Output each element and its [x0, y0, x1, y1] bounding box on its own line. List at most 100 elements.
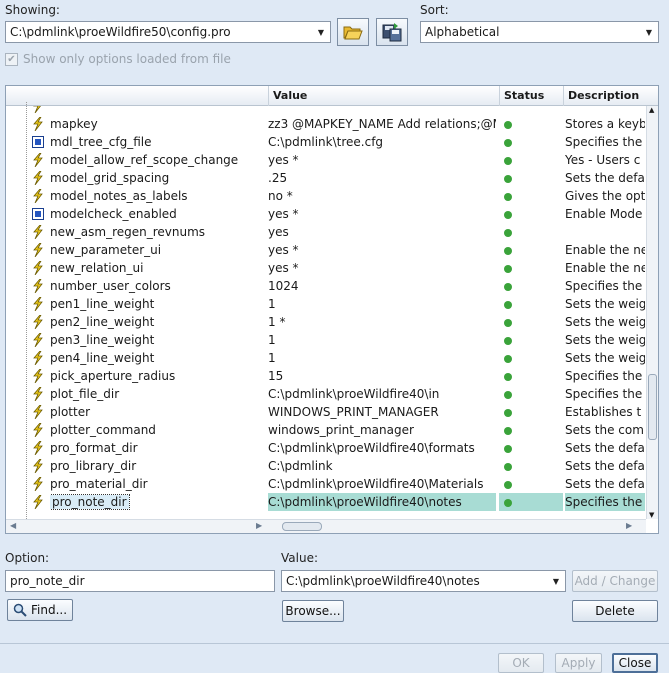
status-cell	[499, 259, 563, 277]
sort-select[interactable]: Alphabetical ▼	[420, 21, 659, 43]
option-name: plotter	[50, 405, 91, 419]
showing-select[interactable]: C:\pdmlink\proeWildfire50\config.pro ▼	[5, 21, 331, 43]
lightning-bolt-icon	[32, 315, 46, 329]
option-name: model_grid_spacing	[50, 171, 170, 185]
description-cell: Sets the com	[565, 423, 644, 437]
description-cell: Specifies the	[565, 135, 643, 149]
option-name-cell: pick_aperture_radius	[50, 367, 265, 385]
table-row[interactable]: model_grid_spacing .25 Sets the defa	[6, 169, 646, 187]
lightning-bolt-icon	[32, 117, 46, 131]
status-ok-icon	[504, 480, 512, 489]
option-name-cell: plotter	[50, 403, 265, 421]
save-config-button[interactable]	[376, 18, 408, 46]
table-row[interactable]: mdl_tree_cfg_file C:\pdmlink\tree.cfg Spec…	[6, 133, 646, 151]
table-row[interactable]: pick_aperture_radius 15 Specifies the	[6, 367, 646, 385]
horizontal-scrollbar[interactable]: ◀ ▶ ▶	[6, 519, 646, 533]
sort-label: Sort:	[420, 3, 449, 17]
option-name-cell: plot_file_dir	[50, 385, 265, 403]
option-value-cell: yes	[268, 225, 289, 239]
find-button[interactable]: Find...	[7, 599, 73, 621]
table-row[interactable]: plotter WINDOWS_PRINT_MANAGER Establishes …	[6, 403, 646, 421]
column-header-status[interactable]: Status	[499, 86, 563, 106]
table-row[interactable]: model_allow_ref_scope_change yes * Yes - U…	[6, 151, 646, 169]
column-header-name[interactable]	[6, 86, 268, 106]
scroll-down-icon[interactable]: ▼	[649, 511, 654, 519]
show-loaded-only-checkbox[interactable]: ✔ Show only options loaded from file	[5, 52, 231, 66]
status-cell	[499, 205, 563, 223]
table-row[interactable]: pro_material_dir C:\pdmlink\proeWildfire4…	[6, 475, 646, 493]
table-row[interactable]: pen4_line_weight 1 Sets the weig	[6, 349, 646, 367]
description-cell: Sets the defa	[565, 459, 645, 473]
status-ok-icon	[504, 426, 512, 435]
description-cell: Sets the defa	[565, 441, 645, 455]
table-row[interactable]: pen2_line_weight 1 * Sets the weig	[6, 313, 646, 331]
option-input[interactable]: pro_note_dir	[5, 570, 275, 592]
option-value-cell: yes *	[268, 207, 299, 221]
description-cell: Enable the ne	[565, 243, 645, 257]
option-name-cell: modelcheck_enabled	[50, 205, 265, 223]
description-cell: Sets the weig	[565, 297, 645, 311]
status-cell	[499, 241, 563, 259]
browse-button[interactable]: Browse...	[282, 600, 344, 622]
option-name: plotter_command	[50, 423, 156, 437]
table-header: Value Status Description	[6, 86, 658, 106]
horizontal-scroll-thumb[interactable]	[282, 522, 322, 531]
vertical-scroll-thumb[interactable]	[648, 374, 657, 440]
close-button[interactable]: Close	[612, 653, 658, 673]
description-cell: Sets the defa	[565, 171, 645, 185]
option-value-cell: 1	[268, 351, 276, 365]
scroll-up-icon[interactable]: ▲	[649, 106, 654, 114]
find-button-label: Find...	[30, 603, 68, 617]
status-cell	[499, 331, 563, 349]
value-label: Value:	[281, 551, 318, 565]
scroll-left-icon[interactable]: ◀	[10, 521, 16, 530]
status-cell	[499, 187, 563, 205]
column-header-value[interactable]: Value	[268, 86, 499, 106]
status-cell	[499, 349, 563, 367]
status-ok-icon	[504, 174, 512, 183]
table-row[interactable]: number_user_colors 1024 Specifies the	[6, 277, 646, 295]
option-value-cell: C:\pdmlink\proeWildfire40\formats	[268, 441, 475, 455]
table-row[interactable]: plotter_command windows_print_manager Sets…	[6, 421, 646, 439]
table-row[interactable]: new_relation_ui yes * Enable the ne	[6, 259, 646, 277]
chevron-down-icon: ▼	[317, 27, 325, 37]
table-row[interactable]: plot_file_dir C:\pdmlink\proeWildfire40\i…	[6, 385, 646, 403]
lightning-bolt-icon	[32, 171, 46, 185]
column-header-description[interactable]: Description	[563, 86, 658, 106]
add-change-button[interactable]: Add / Change	[572, 570, 658, 592]
show-loaded-only-label: Show only options loaded from file	[23, 52, 231, 66]
table-row[interactable]: pro_note_dir C:\pdmlink\proeWildfire40\no…	[6, 493, 646, 511]
option-name: new_asm_regen_revnums	[50, 225, 206, 239]
description-cell: Specifies the	[565, 279, 643, 293]
table-row[interactable]: mapkey zz3 @MAPKEY_NAME Add relations;@M.…	[6, 115, 646, 133]
option-name: pro_format_dir	[50, 441, 138, 455]
ok-button[interactable]: OK	[498, 653, 544, 673]
table-row[interactable]: new_parameter_ui yes * Enable the ne	[6, 241, 646, 259]
open-file-button[interactable]	[337, 18, 369, 46]
scroll-right-icon[interactable]: ▶	[256, 521, 262, 530]
option-name: pen2_line_weight	[50, 315, 155, 329]
table-row[interactable]: new_asm_regen_revnums yes	[6, 223, 646, 241]
table-row[interactable]: modelcheck_enabled yes * Enable Mode	[6, 205, 646, 223]
vertical-scrollbar[interactable]: ▲ ▼	[646, 106, 658, 519]
apply-button[interactable]: Apply	[555, 653, 602, 673]
scroll-right-icon[interactable]: ▶	[626, 521, 632, 530]
lightning-bolt-icon	[32, 279, 46, 293]
delete-button[interactable]: Delete	[572, 600, 658, 622]
status-cell	[499, 367, 563, 385]
lightning-bolt-icon	[32, 459, 46, 473]
status-ok-icon	[504, 444, 512, 453]
table-row[interactable]: pen1_line_weight 1 Sets the weig	[6, 295, 646, 313]
table-row[interactable]: pro_library_dir C:\pdmlink Sets the defa	[6, 457, 646, 475]
status-cell	[499, 277, 563, 295]
table-row[interactable]: pen3_line_weight 1 Sets the weig	[6, 331, 646, 349]
option-value-cell: WINDOWS_PRINT_MANAGER	[268, 405, 439, 419]
option-value-cell: C:\pdmlink\proeWildfire40\Materials	[268, 477, 484, 491]
value-select[interactable]: C:\pdmlink\proeWildfire40\notes ▼	[281, 570, 566, 592]
table-row[interactable]: pro_format_dir C:\pdmlink\proeWildfire40\…	[6, 439, 646, 457]
table-row[interactable]: model_notes_as_labels no * Gives the opt	[6, 187, 646, 205]
status-cell	[499, 169, 563, 187]
option-name: pen4_line_weight	[50, 351, 155, 365]
option-name: pro_library_dir	[50, 459, 137, 473]
option-name: mdl_tree_cfg_file	[50, 135, 152, 149]
